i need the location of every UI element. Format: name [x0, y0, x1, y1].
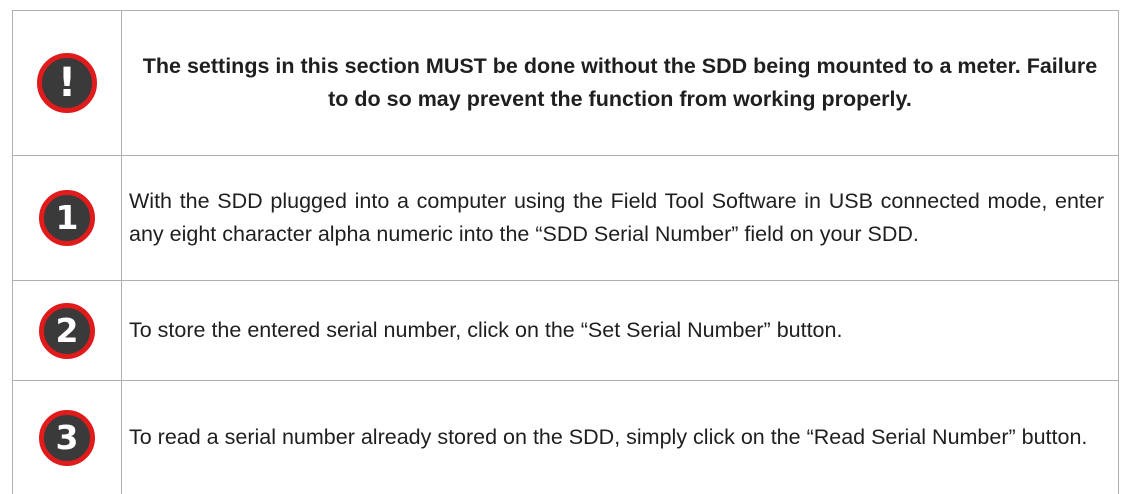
steps-table: ! The settings in this section MUST be d…	[12, 10, 1119, 494]
step-3-icon-cell: 3	[12, 380, 122, 494]
step-2-text: To store the entered serial number, clic…	[121, 280, 1119, 381]
step-3-icon: 3	[39, 409, 95, 466]
step-1-text: With the SDD plugged into a computer usi…	[121, 155, 1119, 281]
step-3-text: To read a serial number already stored o…	[121, 380, 1119, 494]
step-2-icon-cell: 2	[12, 280, 122, 381]
step-row-1: 1 With the SDD plugged into a computer u…	[12, 155, 1119, 281]
warning-text: The settings in this section MUST be don…	[121, 10, 1119, 156]
step-2-icon: 2	[39, 302, 95, 359]
instruction-page: ! The settings in this section MUST be d…	[0, 0, 1130, 494]
step-1-icon-cell: 1	[12, 155, 122, 281]
warning-row: ! The settings in this section MUST be d…	[12, 10, 1119, 156]
warning-icon-cell: !	[12, 10, 122, 156]
step-1-icon: 1	[39, 190, 95, 246]
step-row-2: 2 To store the entered serial number, cl…	[12, 280, 1119, 381]
step-row-3: 3 To read a serial number already stored…	[12, 380, 1119, 494]
exclamation-icon: !	[37, 53, 97, 113]
